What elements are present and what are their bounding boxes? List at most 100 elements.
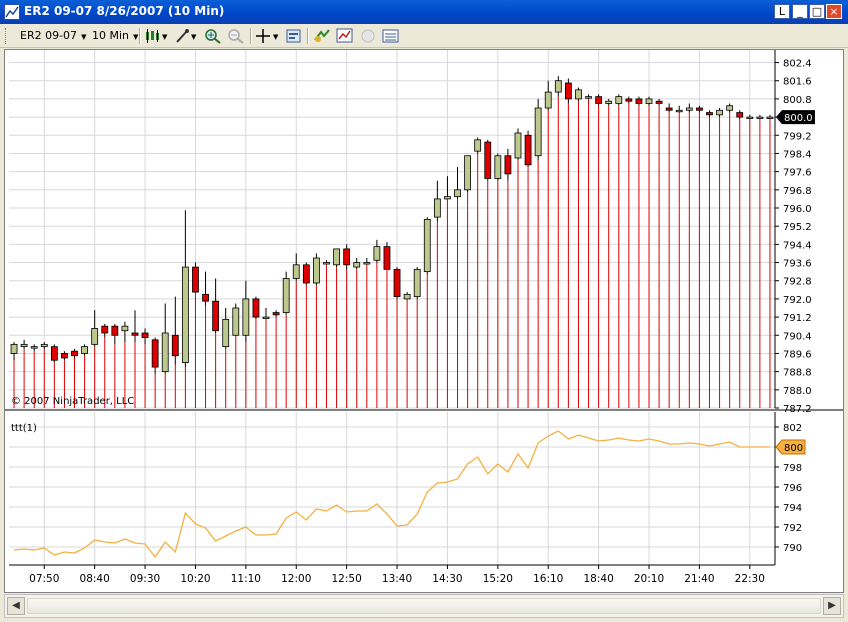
- candle-down: [635, 98, 643, 104]
- strategies-icon[interactable]: [313, 28, 331, 44]
- candle-down: [343, 248, 351, 266]
- time-x-axis: 07:50 08:40 09:30 10:20 11:10 12:00 12:50 13:40…: [9, 564, 775, 585]
- candle-up: [222, 318, 230, 348]
- time-tick-label: 07:50: [29, 573, 59, 585]
- candle-down: [393, 268, 401, 298]
- candle-up: [373, 246, 381, 261]
- candle-up: [514, 132, 522, 159]
- price-tick-label: 802.4: [783, 59, 812, 70]
- candle-up: [746, 116, 754, 119]
- candle-down: [655, 100, 663, 104]
- candle-up: [292, 264, 300, 279]
- toolbar-separator: [307, 28, 309, 44]
- toolbar-separator: [250, 28, 252, 44]
- price-tick-label: 789.6: [783, 349, 812, 360]
- indicator-line: [13, 430, 770, 559]
- candle-down: [111, 325, 119, 336]
- scroll-right-button[interactable]: ▶: [823, 597, 841, 615]
- price-tick-label: 800.8: [783, 95, 812, 106]
- price-tick-label: 790.4: [783, 331, 812, 342]
- instrument-label: ER2 09-07: [20, 29, 78, 42]
- svg-text:▼: ▼: [191, 33, 197, 41]
- time-tick-label: 12:00: [281, 573, 311, 585]
- candle-up: [413, 268, 421, 298]
- price-tick-label: 796.8: [783, 186, 812, 197]
- candle-down: [61, 353, 68, 359]
- candle-down: [302, 264, 310, 284]
- price-tick-label: 788.0: [783, 386, 812, 397]
- candle-down: [141, 332, 149, 338]
- indicator-gridlines: [9, 412, 775, 565]
- candle-down: [383, 246, 391, 270]
- price-tick-label: 794.4: [783, 240, 812, 251]
- title-bar: ER2 09-07 8/26/2007 (10 Min) L _ □ ×: [0, 0, 848, 24]
- candle-up: [161, 332, 169, 373]
- price-tick-label: 798.4: [783, 149, 812, 160]
- global-link-icon[interactable]: [359, 28, 377, 44]
- time-tick-label: 08:40: [80, 573, 110, 585]
- candle-up: [494, 155, 502, 179]
- window-title: ER2 09-07 8/26/2007 (10 Min): [24, 4, 225, 18]
- indicator-last-value-label: 800: [784, 443, 803, 454]
- toolbar-separator: [139, 28, 141, 44]
- last-price-label: 800.0: [784, 113, 813, 124]
- candle-up: [81, 346, 88, 354]
- scroll-track[interactable]: [27, 598, 821, 614]
- ninjatrader-app-icon[interactable]: [4, 4, 20, 20]
- candle-up: [181, 266, 189, 363]
- price-tick-label: 792.0: [783, 295, 812, 306]
- candle-down: [151, 339, 159, 368]
- time-tick-label: 12:50: [332, 573, 362, 585]
- time-tick-label: 22:30: [735, 573, 765, 585]
- candle-up: [685, 107, 693, 111]
- candle-down: [665, 107, 673, 111]
- candle-down: [50, 346, 58, 361]
- close-button[interactable]: ×: [826, 4, 842, 19]
- link-button[interactable]: L: [774, 4, 790, 19]
- time-tick-label: 14:30: [432, 573, 462, 585]
- indicator-tick-label: 802: [783, 423, 802, 434]
- price-tick-label: 788.8: [783, 368, 812, 379]
- toolbar-grip[interactable]: [5, 28, 9, 44]
- zoom-out-icon[interactable]: [227, 28, 245, 44]
- properties-icon[interactable]: [285, 28, 303, 44]
- time-tick-label: 09:30: [130, 573, 160, 585]
- price-tick-label: 796.0: [783, 204, 812, 215]
- chart-area[interactable]: 802.4 801.6 800.8 799.2 798.4 797.6 796.8 796.0…: [4, 49, 844, 593]
- drawing-tool-pencil-icon[interactable]: ▼: [174, 28, 200, 44]
- data-box-icon[interactable]: [382, 28, 400, 44]
- candle-up: [474, 139, 482, 152]
- maximize-button[interactable]: □: [809, 4, 825, 19]
- scroll-left-button[interactable]: ◀: [7, 597, 25, 615]
- candle-down: [595, 96, 603, 104]
- chart-canvas[interactable]: 802.4 801.6 800.8 799.2 798.4 797.6 796.8 796.0…: [5, 50, 843, 592]
- horizontal-scrollbar[interactable]: ◀ ▶: [4, 594, 844, 618]
- candle-down: [101, 325, 109, 334]
- candle-down: [192, 266, 199, 293]
- indicators-icon[interactable]: [336, 28, 354, 44]
- candle-down: [272, 312, 280, 316]
- price-tick-label: 791.2: [783, 313, 812, 324]
- toolbar: ER2 09-07 ▼ 10 Min ▼ ▼ ▼ ▼: [0, 24, 848, 48]
- indicator-title: ttt(1): [11, 423, 37, 434]
- chart-style-candlestick-icon[interactable]: ▼: [144, 28, 170, 44]
- interval-selector[interactable]: 10 Min ▼: [92, 29, 138, 42]
- candle-down: [504, 155, 512, 175]
- crosshair-icon[interactable]: ▼: [255, 28, 281, 44]
- candle-down: [736, 112, 744, 118]
- candle-up: [554, 80, 562, 93]
- instrument-selector[interactable]: ER2 09-07 ▼: [20, 29, 86, 42]
- zoom-in-icon[interactable]: [204, 28, 222, 44]
- time-tick-label: 16:10: [533, 573, 563, 585]
- time-tick-label: 13:40: [382, 573, 412, 585]
- interval-label: 10 Min: [92, 29, 130, 42]
- candle-down: [524, 134, 532, 166]
- candle-up: [575, 89, 582, 100]
- indicator-tick-label: 796: [783, 483, 802, 494]
- price-tick-label: 792.8: [783, 277, 812, 288]
- candle-up: [716, 109, 723, 116]
- time-tick-label: 10:20: [180, 573, 210, 585]
- minimize-button[interactable]: _: [792, 4, 808, 19]
- indicator-series-line: [13, 430, 770, 559]
- indicator-tick-label: 792: [783, 523, 802, 534]
